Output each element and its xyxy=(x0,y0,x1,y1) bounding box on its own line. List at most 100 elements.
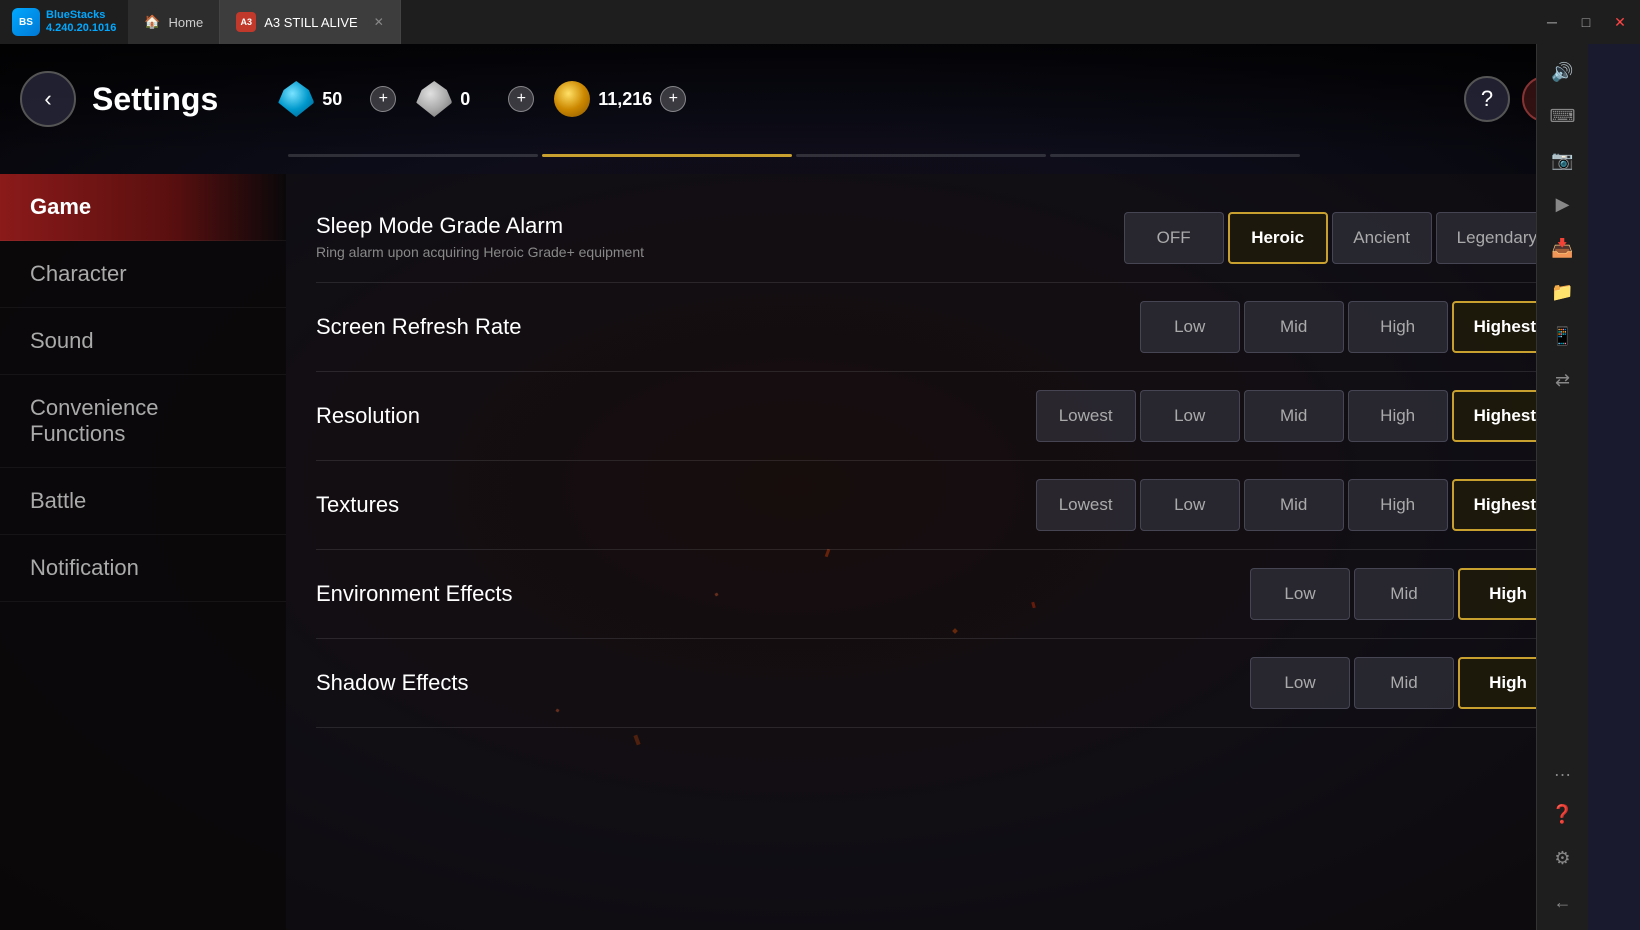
sleep-mode-options: OFF Heroic Ancient Legendary xyxy=(676,212,1558,264)
resolution-low-button[interactable]: Low xyxy=(1140,390,1240,442)
screenshot-button[interactable]: 📷 xyxy=(1543,140,1583,180)
sleep-mode-ancient-button[interactable]: Ancient xyxy=(1332,212,1432,264)
settings-sidebar-button[interactable]: ⚙ xyxy=(1543,838,1583,878)
bluestacks-logo: BS BlueStacks 4.240.20.1016 xyxy=(0,0,128,44)
refresh-rate-low-button[interactable]: Low xyxy=(1140,301,1240,353)
record-button[interactable]: ▶ xyxy=(1543,184,1583,224)
game-header: ‹ Settings 50 + 0 + 11,216 + ? ✕ xyxy=(0,44,1588,154)
titlebar: BS BlueStacks 4.240.20.1016 🏠 Home A3 A3… xyxy=(0,0,1640,44)
setting-shadow-effects: Shadow Effects Low Mid High xyxy=(316,639,1558,728)
sidebar-item-sound[interactable]: Sound xyxy=(0,308,286,375)
setting-refresh-rate: Screen Refresh Rate Low Mid High Highest xyxy=(316,283,1558,372)
keyboard-button[interactable]: ⌨ xyxy=(1543,96,1583,136)
game-area: ‹ Settings 50 + 0 + 11,216 + ? ✕ xyxy=(0,44,1588,930)
resolution-mid-button[interactable]: Mid xyxy=(1244,390,1344,442)
home-icon: 🏠 xyxy=(144,14,160,30)
settings-title: Settings xyxy=(92,81,218,118)
sidebar-item-convenience[interactable]: Convenience Functions xyxy=(0,375,286,468)
blue-diamond-amount: 50 xyxy=(322,89,362,110)
tab-nav-3[interactable] xyxy=(1050,154,1300,157)
setting-sleep-mode: Sleep Mode Grade Alarm Ring alarm upon a… xyxy=(316,194,1558,283)
blue-diamond-currency: 50 + xyxy=(278,81,396,117)
textures-label-group: Textures xyxy=(316,492,676,518)
right-sidebar: 🔊 ⌨ 📷 ▶ 📥 📁 📱 ⇄ … ❓ ⚙ ← xyxy=(1536,44,1588,930)
blue-diamond-icon xyxy=(278,81,314,117)
back-sidebar-button[interactable]: ← xyxy=(1543,882,1583,922)
refresh-rate-high-button[interactable]: High xyxy=(1348,301,1448,353)
setting-resolution: Resolution Lowest Low Mid High Highest xyxy=(316,372,1558,461)
sync-button[interactable]: ⇄ xyxy=(1543,360,1583,400)
textures-label: Textures xyxy=(316,492,676,518)
blue-diamond-add-button[interactable]: + xyxy=(370,86,396,112)
env-effects-label: Environment Effects xyxy=(316,581,676,607)
gold-coin-icon xyxy=(554,81,590,117)
download-button[interactable]: 📥 xyxy=(1543,228,1583,268)
env-effects-low-button[interactable]: Low xyxy=(1250,568,1350,620)
shadow-effects-label-group: Shadow Effects xyxy=(316,670,676,696)
volume-button[interactable]: 🔊 xyxy=(1543,52,1583,92)
sleep-mode-off-button[interactable]: OFF xyxy=(1124,212,1224,264)
help-button[interactable]: ? xyxy=(1464,76,1510,122)
help-sidebar-button[interactable]: ❓ xyxy=(1543,794,1583,834)
tab-nav-0[interactable] xyxy=(288,154,538,157)
window-close-button[interactable]: ✕ xyxy=(1604,6,1636,38)
gold-coin-add-button[interactable]: + xyxy=(660,86,686,112)
resolution-lowest-button[interactable]: Lowest xyxy=(1036,390,1136,442)
bs-logo-icon: BS xyxy=(12,8,40,36)
refresh-rate-label: Screen Refresh Rate xyxy=(316,314,676,340)
shadow-effects-low-button[interactable]: Low xyxy=(1250,657,1350,709)
folder-button[interactable]: 📁 xyxy=(1543,272,1583,312)
sidebar-item-game[interactable]: Game xyxy=(0,174,286,241)
silver-diamond-icon xyxy=(416,81,452,117)
resolution-high-button[interactable]: High xyxy=(1348,390,1448,442)
textures-lowest-button[interactable]: Lowest xyxy=(1036,479,1136,531)
refresh-rate-label-group: Screen Refresh Rate xyxy=(316,314,676,340)
resolution-label: Resolution xyxy=(316,403,676,429)
back-button[interactable]: ‹ xyxy=(20,71,76,127)
sleep-mode-label-group: Sleep Mode Grade Alarm Ring alarm upon a… xyxy=(316,213,676,263)
sleep-mode-desc: Ring alarm upon acquiring Heroic Grade+ … xyxy=(316,243,656,263)
tab-nav-2[interactable] xyxy=(796,154,1046,157)
maximize-button[interactable]: □ xyxy=(1570,6,1602,38)
sleep-mode-label: Sleep Mode Grade Alarm xyxy=(316,213,676,239)
setting-environment-effects: Environment Effects Low Mid High xyxy=(316,550,1558,639)
env-effects-label-group: Environment Effects xyxy=(316,581,676,607)
titlebar-left: BS BlueStacks 4.240.20.1016 🏠 Home A3 A3… xyxy=(0,0,401,44)
sleep-mode-heroic-button[interactable]: Heroic xyxy=(1228,212,1328,264)
tab-home[interactable]: 🏠 Home xyxy=(128,0,220,44)
textures-options: Lowest Low Mid High Highest xyxy=(676,479,1558,531)
tab-nav-1[interactable] xyxy=(542,154,792,157)
refresh-rate-mid-button[interactable]: Mid xyxy=(1244,301,1344,353)
device-button[interactable]: 📱 xyxy=(1543,316,1583,356)
shadow-effects-options: Low Mid High xyxy=(676,657,1558,709)
silver-diamond-add-button[interactable]: + xyxy=(508,86,534,112)
a3-tab-icon: A3 xyxy=(236,12,256,32)
sidebar-item-character[interactable]: Character xyxy=(0,241,286,308)
bs-logo-text: BlueStacks 4.240.20.1016 xyxy=(46,9,116,35)
sidebar-item-notification[interactable]: Notification xyxy=(0,535,286,602)
silver-diamond-amount: 0 xyxy=(460,89,500,110)
currency-bar: 50 + 0 + 11,216 + xyxy=(278,81,686,117)
left-sidebar: Game Character Sound Convenience Functio… xyxy=(0,174,286,930)
shadow-effects-label: Shadow Effects xyxy=(316,670,676,696)
titlebar-controls: ─ □ ✕ xyxy=(1536,6,1640,38)
shadow-effects-mid-button[interactable]: Mid xyxy=(1354,657,1454,709)
main-content: Sleep Mode Grade Alarm Ring alarm upon a… xyxy=(286,174,1588,930)
silver-diamond-currency: 0 + xyxy=(416,81,534,117)
tab-a3[interactable]: A3 A3 STILL ALIVE ✕ xyxy=(220,0,401,44)
textures-high-button[interactable]: High xyxy=(1348,479,1448,531)
env-effects-options: Low Mid High xyxy=(676,568,1558,620)
setting-textures: Textures Lowest Low Mid High Highest xyxy=(316,461,1558,550)
sidebar-item-battle[interactable]: Battle xyxy=(0,468,286,535)
textures-low-button[interactable]: Low xyxy=(1140,479,1240,531)
textures-mid-button[interactable]: Mid xyxy=(1244,479,1344,531)
minimize-button[interactable]: ─ xyxy=(1536,6,1568,38)
tab-nav xyxy=(0,154,1588,174)
env-effects-mid-button[interactable]: Mid xyxy=(1354,568,1454,620)
refresh-rate-options: Low Mid High Highest xyxy=(676,301,1558,353)
tab-close-icon[interactable]: ✕ xyxy=(374,15,384,29)
gold-coin-amount: 11,216 xyxy=(598,89,652,110)
gold-coin-currency: 11,216 + xyxy=(554,81,686,117)
resolution-options: Lowest Low Mid High Highest xyxy=(676,390,1558,442)
more-button[interactable]: … xyxy=(1543,750,1583,790)
